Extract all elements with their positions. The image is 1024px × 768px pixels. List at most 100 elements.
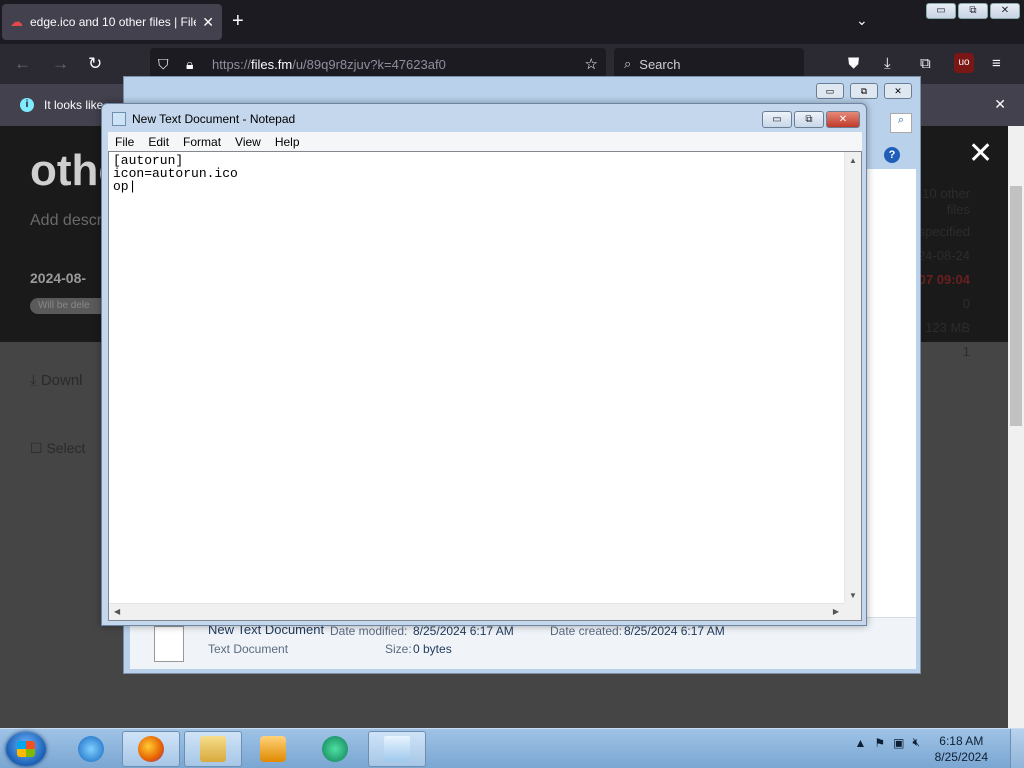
detail-modified-value: 8/25/2024 6:17 AM <box>413 624 514 638</box>
taskbar-media-player[interactable] <box>244 731 302 767</box>
download-button[interactable]: ⤓ Downl <box>30 372 83 389</box>
volume-muted-icon[interactable]: 🔇︎ <box>912 735 920 750</box>
checkbox-icon: ☐ <box>30 440 47 456</box>
notepad-minimize-button[interactable]: ▭ <box>762 111 792 128</box>
taskbar-app[interactable] <box>306 731 364 767</box>
restore-button[interactable]: ⧉ <box>958 3 988 19</box>
url-text: https://files.fm/u/89q9r8zjuv?k=47623af0 <box>212 56 446 72</box>
reload-icon[interactable]: ↻ <box>88 54 102 74</box>
clock-time: 6:18 AM <box>939 734 984 748</box>
info-specified: specified <box>918 224 970 239</box>
scroll-up-icon[interactable]: ▲ <box>849 156 857 165</box>
select-checkbox[interactable]: ☐ Select <box>30 440 85 457</box>
taskbar-explorer[interactable] <box>184 731 242 767</box>
show-desktop-button[interactable] <box>1010 729 1024 768</box>
help-icon[interactable]: ? <box>884 147 900 163</box>
taskbar-internet-explorer[interactable] <box>62 731 120 767</box>
notepad-window: New Text Document - Notepad ▭ ⧉ ✕ File E… <box>101 103 867 626</box>
scroll-left-icon[interactable]: ◀ <box>114 607 120 616</box>
info-files-2: files <box>946 202 970 217</box>
resize-grip[interactable] <box>844 603 861 620</box>
lock-icon[interactable]: 🔒︎ <box>186 56 206 73</box>
notepad-title-bar[interactable]: New Text Document - Notepad <box>112 112 295 126</box>
info-expires: -07 09:04 <box>914 272 970 287</box>
list-all-tabs-button[interactable]: ⌄ <box>856 12 868 29</box>
notepad-title: New Text Document - Notepad <box>132 112 296 126</box>
detail-created-label: Date created: <box>550 624 623 638</box>
new-tab-button[interactable]: + <box>232 10 244 33</box>
internet-explorer-icon <box>78 736 104 762</box>
notepad-maximize-button[interactable]: ⧉ <box>794 111 824 128</box>
notepad-close-button[interactable]: ✕ <box>826 111 860 128</box>
text-document-icon <box>154 626 184 662</box>
info-downloads: 0 <box>962 296 970 311</box>
downloads-icon[interactable]: ⤓ <box>884 55 891 72</box>
ublock-icon[interactable]: uo <box>954 53 974 73</box>
browser-tab-bar: ☁ edge.ico and 10 other files | File ✕ +… <box>0 0 1024 44</box>
tab-title: edge.ico and 10 other files | File <box>30 15 197 29</box>
notepad-text-area[interactable]: [autorun] icon=autorun.ico op| ▲ ▼ ◀ ▶ <box>108 151 862 621</box>
notepad-content[interactable]: [autorun] icon=autorun.ico op| <box>113 154 238 193</box>
notification-close-icon[interactable]: ✕ <box>994 96 1006 113</box>
info-icon: i <box>20 98 34 112</box>
notepad-menu-bar: File Edit Format View Help <box>108 132 862 151</box>
download-icon: ⤓ <box>30 372 41 389</box>
page-close-icon[interactable]: ✕ <box>968 136 993 171</box>
search-icon: ⌕ <box>624 56 632 71</box>
notepad-horizontal-scrollbar[interactable]: ◀ ▶ <box>109 603 844 620</box>
search-placeholder: Search <box>639 56 681 72</box>
notepad-vertical-scrollbar[interactable]: ▲ ▼ <box>844 152 861 604</box>
pocket-icon[interactable]: ⛊ <box>848 55 859 72</box>
notepad-taskbar-icon <box>384 736 410 762</box>
taskbar-notepad[interactable] <box>368 731 426 767</box>
page-scrollbar[interactable] <box>1008 126 1024 728</box>
tab-files-fm[interactable]: ☁ edge.ico and 10 other files | File ✕ <box>2 4 222 40</box>
page-description[interactable]: Add descr <box>30 212 102 230</box>
clock[interactable]: 6:18 AM 8/25/2024 <box>935 733 988 765</box>
detail-size-value: 0 bytes <box>413 642 452 656</box>
clock-date: 8/25/2024 <box>934 750 988 764</box>
explorer-search-icon[interactable]: ⌕ <box>890 113 912 133</box>
menu-file[interactable]: File <box>108 135 141 149</box>
info-created: 24-08-24 <box>917 248 970 263</box>
extensions-icon[interactable]: ⧉ <box>920 55 931 72</box>
notification-text: It looks like <box>44 98 104 112</box>
menu-view[interactable]: View <box>228 135 268 149</box>
detail-size-label: Size: <box>385 642 412 656</box>
bookmark-star-icon[interactable]: ☆ <box>585 55 598 73</box>
close-window-button[interactable]: ✕ <box>990 3 1020 19</box>
info-size: 123 MB <box>925 320 970 335</box>
page-date: 2024-08- <box>30 270 87 286</box>
system-tray: ▲ ⚑ ▣ 🔇︎ <box>850 735 924 750</box>
explorer-minimize-button[interactable]: ▭ <box>816 83 844 99</box>
back-icon[interactable]: ← <box>14 54 31 74</box>
scroll-down-icon[interactable]: ▼ <box>849 591 857 600</box>
app-icon <box>322 736 348 762</box>
scrollbar-thumb[interactable] <box>1010 186 1022 426</box>
forward-icon[interactable]: → <box>52 54 69 74</box>
folder-icon <box>200 736 226 762</box>
expiry-pill: Will be dele <box>30 298 110 314</box>
explorer-close-button[interactable]: ✕ <box>884 83 912 99</box>
menu-icon[interactable]: ≡ <box>992 55 1001 72</box>
files-fm-favicon-icon: ☁ <box>10 14 23 29</box>
minimize-button[interactable]: ▭ <box>926 3 956 19</box>
shield-icon[interactable]: ⛉ <box>158 56 178 73</box>
media-player-icon <box>260 736 286 762</box>
start-button[interactable] <box>6 732 46 766</box>
windows-logo-icon <box>17 741 35 757</box>
firefox-icon <box>138 736 164 762</box>
scroll-right-icon[interactable]: ▶ <box>833 607 839 616</box>
menu-help[interactable]: Help <box>268 135 307 149</box>
explorer-maximize-button[interactable]: ⧉ <box>850 83 878 99</box>
action-center-flag-icon[interactable]: ⚑ <box>874 736 885 750</box>
menu-edit[interactable]: Edit <box>141 135 176 149</box>
taskbar-firefox[interactable] <box>122 731 180 767</box>
notepad-icon <box>112 112 126 126</box>
detail-modified-label: Date modified: <box>330 624 408 638</box>
tray-overflow-icon[interactable]: ▲ <box>854 736 866 750</box>
tab-close-icon[interactable]: ✕ <box>202 14 214 31</box>
menu-format[interactable]: Format <box>176 135 228 149</box>
windows-taskbar: ▲ ⚑ ▣ 🔇︎ 6:18 AM 8/25/2024 <box>0 728 1024 768</box>
network-icon[interactable]: ▣ <box>893 736 904 750</box>
